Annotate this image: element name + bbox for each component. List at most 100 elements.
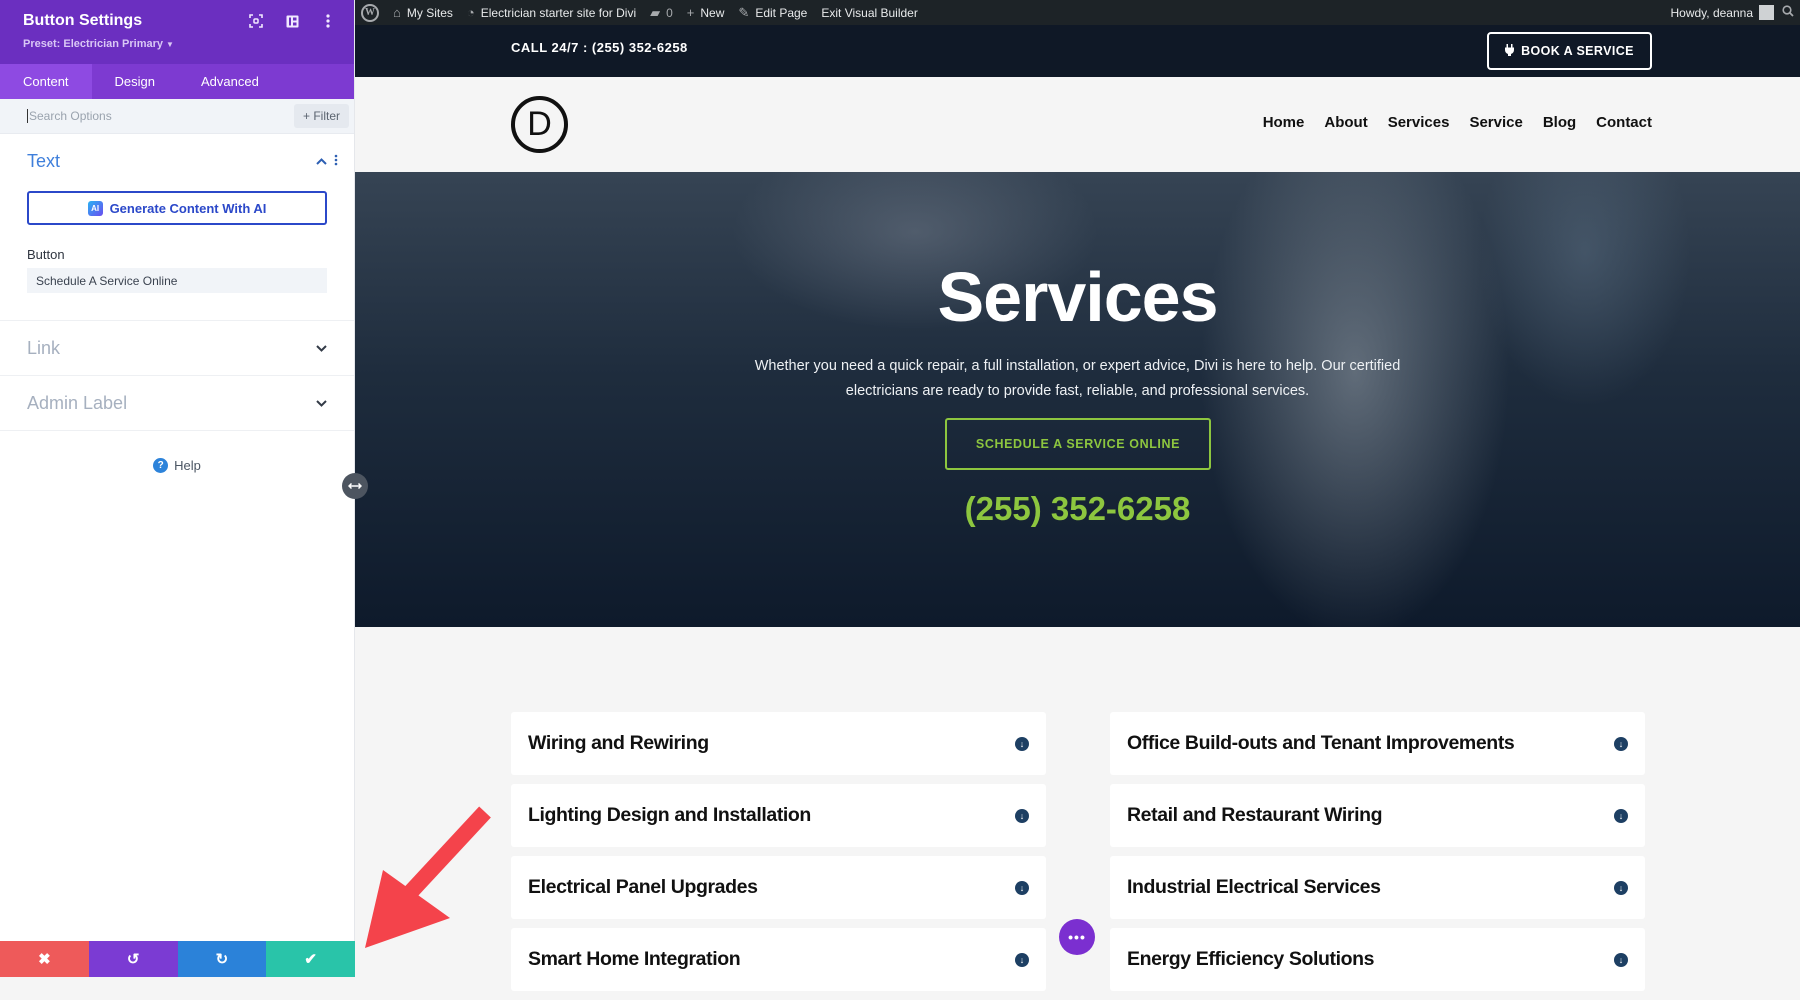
new-content-link[interactable]: + New [687, 5, 725, 20]
service-toggle[interactable]: Wiring and Rewiring↓ [511, 712, 1046, 775]
settings-panel: Button Settings Preset: Electrician Prim… [0, 0, 355, 977]
nav-service[interactable]: Service [1469, 114, 1522, 131]
chevron-up-icon [316, 154, 327, 168]
divi-logo[interactable]: D [511, 96, 568, 153]
split-view-icon[interactable] [284, 13, 300, 29]
dashboard-icon: ◔ [467, 5, 475, 20]
plug-icon [1505, 44, 1514, 59]
chevron-down-icon [316, 396, 327, 410]
call-text: CALL 24/7 : (255) 352-6258 [511, 40, 688, 55]
nav-contact[interactable]: Contact [1596, 114, 1652, 131]
my-sites-icon: ⌂ [393, 5, 401, 20]
panel-tabs: Content Design Advanced [0, 64, 354, 99]
my-sites-link[interactable]: ⌂ My Sites [393, 5, 453, 20]
preset-label: Preset: Electrician Primary [23, 38, 163, 50]
checkmark-icon: ✔ [304, 950, 317, 968]
site-topbar: CALL 24/7 : (255) 352-6258 BOOK A SERVIC… [355, 25, 1800, 77]
hero-section: Services Whether you need a quick repair… [355, 172, 1800, 627]
avatar [1759, 5, 1774, 20]
more-options-icon[interactable] [320, 13, 336, 29]
cancel-button[interactable]: ✖ [0, 941, 89, 977]
help-link[interactable]: ? Help [0, 458, 354, 473]
search-options-input[interactable] [27, 109, 294, 123]
builder-options-button[interactable]: ••• [1059, 919, 1095, 955]
service-toggle[interactable]: Energy Efficiency Solutions↓ [1110, 928, 1645, 991]
service-toggle[interactable]: Lighting Design and Installation↓ [511, 784, 1046, 847]
arrow-down-circle-icon: ↓ [1614, 953, 1628, 967]
section-text: Text AI Generate Content With AI Button [0, 134, 354, 321]
tab-advanced[interactable]: Advanced [178, 64, 282, 99]
undo-icon: ↺ [127, 950, 140, 968]
service-title: Energy Efficiency Solutions [1127, 948, 1614, 971]
arrow-down-circle-icon: ↓ [1015, 809, 1029, 823]
service-toggle[interactable]: Industrial Electrical Services↓ [1110, 856, 1645, 919]
arrow-down-circle-icon: ↓ [1015, 953, 1029, 967]
service-toggle[interactable]: Office Build-outs and Tenant Improvement… [1110, 712, 1645, 775]
exit-visual-builder-link[interactable]: Exit Visual Builder [821, 6, 918, 20]
panel-resize-handle[interactable] [342, 473, 368, 499]
search-icon[interactable] [1782, 5, 1794, 20]
wordpress-icon: W [361, 4, 379, 22]
service-toggle[interactable]: Electrical Panel Upgrades↓ [511, 856, 1046, 919]
focus-icon[interactable] [248, 13, 264, 29]
new-label: New [700, 6, 724, 20]
close-icon: ✖ [38, 950, 51, 968]
pencil-icon: ✎ [738, 5, 749, 21]
service-title: Office Build-outs and Tenant Improvement… [1127, 732, 1614, 755]
nav-blog[interactable]: Blog [1543, 114, 1576, 131]
nav-home[interactable]: Home [1263, 114, 1305, 131]
edit-page-link[interactable]: ✎ Edit Page [738, 5, 807, 21]
arrow-down-circle-icon: ↓ [1614, 809, 1628, 823]
more-horizontal-icon: ••• [1068, 929, 1086, 945]
section-title: Admin Label [27, 393, 316, 414]
main-nav: Home About Services Service Blog Contact [1263, 114, 1652, 131]
arrow-down-circle-icon: ↓ [1614, 881, 1628, 895]
filter-button[interactable]: + Filter [294, 104, 349, 128]
schedule-service-button[interactable]: SCHEDULE A SERVICE ONLINE [945, 418, 1211, 470]
my-sites-label: My Sites [407, 6, 453, 20]
help-icon: ? [153, 458, 168, 473]
service-title: Wiring and Rewiring [528, 732, 1015, 755]
preset-dropdown[interactable]: Preset: Electrician Primary▼ [23, 38, 174, 50]
tab-content[interactable]: Content [0, 64, 92, 99]
arrow-down-circle-icon: ↓ [1015, 881, 1029, 895]
site-header: D Home About Services Service Blog Conta… [355, 77, 1800, 172]
generate-ai-button[interactable]: AI Generate Content With AI [27, 191, 327, 225]
section-title: Text [27, 151, 316, 172]
nav-services[interactable]: Services [1388, 114, 1450, 131]
nav-about[interactable]: About [1324, 114, 1367, 131]
book-service-button[interactable]: BOOK A SERVICE [1487, 32, 1652, 70]
tab-design[interactable]: Design [92, 64, 178, 99]
hero-title: Services [355, 257, 1800, 337]
greeting: Howdy, deanna [1671, 6, 1754, 20]
service-toggle[interactable]: Retail and Restaurant Wiring↓ [1110, 784, 1645, 847]
section-admin-label-header[interactable]: Admin Label [0, 376, 354, 430]
edit-page-label: Edit Page [755, 6, 807, 20]
plus-icon: + [687, 5, 695, 20]
site-name-link[interactable]: ◔ Electrician starter site for Divi [467, 5, 636, 20]
service-title: Smart Home Integration [528, 948, 1015, 971]
section-admin-label: Admin Label [0, 376, 354, 431]
book-service-label: BOOK A SERVICE [1521, 44, 1634, 58]
search-bar: + Filter [0, 99, 354, 134]
redo-button[interactable]: ↻ [178, 941, 267, 977]
service-title: Industrial Electrical Services [1127, 876, 1614, 899]
section-link-header[interactable]: Link [0, 321, 354, 375]
service-toggle[interactable]: Smart Home Integration↓ [511, 928, 1046, 991]
caret-down-icon: ▼ [166, 40, 174, 49]
comments-link[interactable]: ▰0 [650, 5, 673, 21]
generate-ai-label: Generate Content With AI [110, 201, 267, 216]
hero-phone[interactable]: (255) 352-6258 [355, 490, 1800, 528]
wordpress-menu[interactable]: W [361, 4, 379, 22]
service-title: Retail and Restaurant Wiring [1127, 804, 1614, 827]
undo-button[interactable]: ↺ [89, 941, 178, 977]
hero-description: Whether you need a quick repair, a full … [725, 354, 1430, 404]
section-text-header[interactable]: Text [0, 134, 354, 188]
help-label: Help [174, 458, 201, 473]
account-menu[interactable]: Howdy, deanna [1671, 5, 1775, 20]
site-name-label: Electrician starter site for Divi [481, 6, 636, 20]
panel-header: Button Settings Preset: Electrician Prim… [0, 0, 354, 64]
save-button[interactable]: ✔ [266, 941, 355, 977]
button-text-input[interactable] [27, 268, 327, 293]
section-options-icon[interactable] [329, 154, 343, 166]
